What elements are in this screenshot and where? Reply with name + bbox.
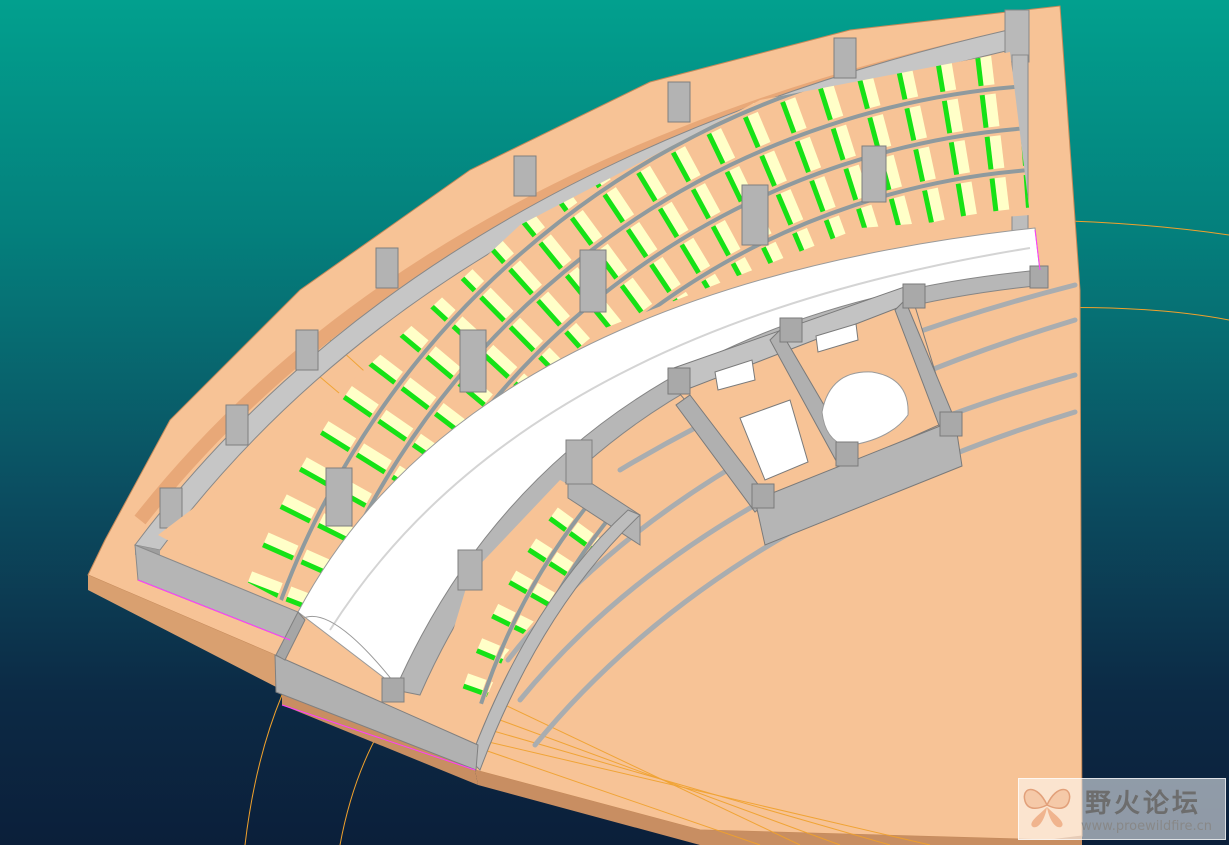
model-viewport[interactable]: 野火论坛 www.proewildfire.cn bbox=[0, 0, 1229, 845]
watermark-title: 野火论坛 bbox=[1085, 789, 1202, 819]
butterfly-logo-icon bbox=[1023, 788, 1071, 828]
forum-watermark: 野火论坛 www.proewildfire.cn bbox=[1018, 778, 1226, 840]
watermark-url: www.proewildfire.cn bbox=[1081, 819, 1212, 834]
auditorium-model bbox=[87, 5, 1229, 845]
